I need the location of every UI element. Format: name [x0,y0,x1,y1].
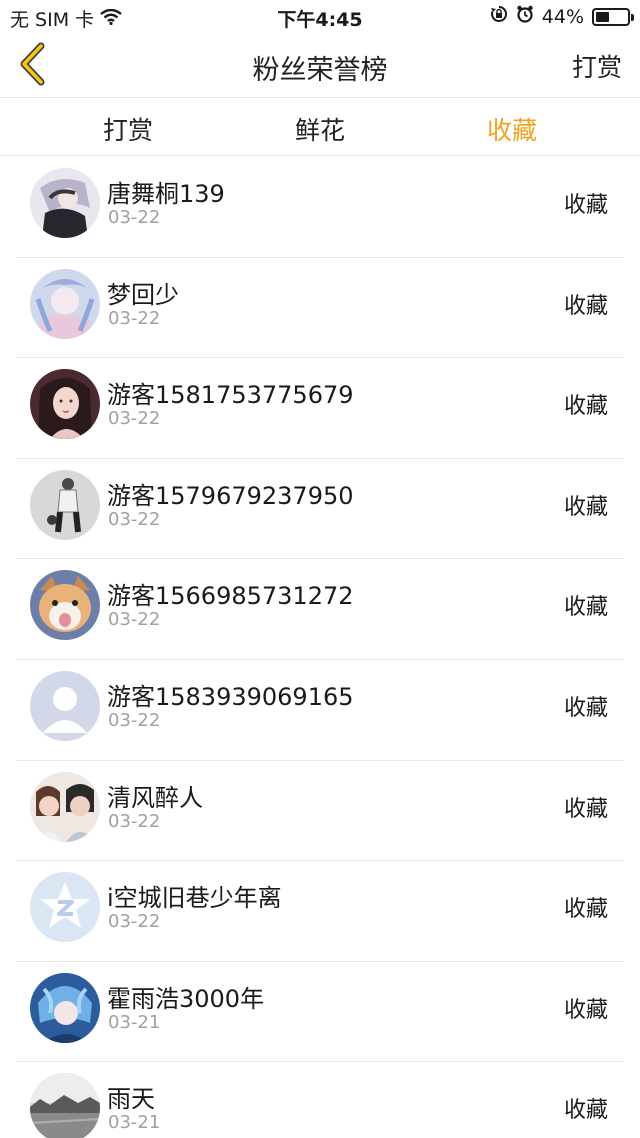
fan-date: 03-22 [108,408,161,430]
fan-date: 03-22 [108,508,161,530]
list-item[interactable]: i空城旧巷少年离 03-22 收藏 [16,861,624,962]
fan-name: 游客1579679237950 [107,481,354,510]
status-bar: 无 SIM 卡 下午4:45 44% [0,0,640,34]
tab-favorites[interactable]: 收藏 [487,111,537,147]
fan-action: 收藏 [563,997,608,1023]
page-title: 粉丝荣誉榜 [252,55,388,86]
wifi-icon [100,8,122,30]
fan-name: 游客1566985731272 [107,582,354,611]
tab-flowers[interactable]: 鲜花 [295,111,345,147]
alarm-icon [516,5,534,28]
carrier-text: 无 SIM 卡 [10,9,95,31]
avatar [30,972,100,1043]
status-left: 无 SIM 卡 [10,5,122,32]
avatar [30,771,100,842]
fan-name: 唐舞桐139 [107,180,225,208]
fan-name: 雨天 [107,1085,155,1114]
list-item[interactable]: 清风醉人 03-22 收藏 [16,761,624,862]
list-item[interactable]: 唐舞桐139 03-22 收藏 [16,157,624,258]
fan-date: 03-21 [108,1011,161,1033]
fan-list: 唐舞桐139 03-22 收藏 梦回少 03-22 收藏 游客158175377… [0,157,640,1138]
fan-date: 03-22 [108,609,161,631]
fan-date: 03-22 [108,709,161,731]
battery-icon [592,7,634,26]
fan-action: 收藏 [563,193,608,218]
fan-action: 收藏 [563,695,608,721]
fan-name: 霍雨浩3000年 [107,984,265,1013]
fan-action: 收藏 [563,796,608,822]
chevron-left-icon [17,42,47,90]
reward-button[interactable]: 打赏 [572,48,622,84]
fan-date: 03-22 [108,810,161,832]
fan-name: 梦回少 [107,280,179,309]
avatar [30,570,100,641]
fan-name: 游客1583939069165 [107,682,354,711]
fan-date: 03-22 [108,207,161,228]
battery-fill [596,11,610,22]
avatar [30,670,100,741]
list-item[interactable]: 梦回少 03-22 收藏 [16,258,624,359]
avatar [30,1073,100,1138]
fan-date: 03-21 [108,1112,161,1134]
status-right: 44% [490,5,634,28]
fan-action: 收藏 [563,1098,608,1124]
list-item[interactable]: 游客1583939069165 03-22 收藏 [16,660,624,761]
tab-reward[interactable]: 打赏 [103,111,153,147]
avatar [30,369,100,440]
fan-name: 游客1581753775679 [107,381,354,410]
list-item[interactable]: 游客1566985731272 03-22 收藏 [16,559,624,660]
fan-date: 03-22 [108,307,161,329]
list-item[interactable]: 游客1581753775679 03-22 收藏 [16,358,624,459]
avatar [30,268,100,339]
avatar [30,872,100,943]
fan-name: i空城旧巷少年离 [107,884,282,913]
fan-name: 清风醉人 [107,783,203,812]
list-item[interactable]: 游客1579679237950 03-22 收藏 [16,459,624,560]
list-item[interactable]: 雨天 03-21 收藏 [16,1062,624,1138]
avatar [30,469,100,540]
fan-action: 收藏 [563,394,608,420]
fan-action: 收藏 [563,293,608,319]
fan-action: 收藏 [563,595,608,621]
fan-date: 03-22 [108,911,161,933]
tab-bar: 打赏 鲜花 收藏 [0,99,640,156]
list-item[interactable]: 霍雨浩3000年 03-21 收藏 [16,962,624,1063]
battery-percent: 44% [541,5,584,28]
fan-action: 收藏 [563,897,608,923]
rotation-lock-icon [490,5,508,28]
avatar [30,168,100,238]
nav-bar: 粉丝荣誉榜 打赏 [0,34,640,98]
back-button[interactable] [10,42,54,90]
fan-action: 收藏 [563,494,608,520]
